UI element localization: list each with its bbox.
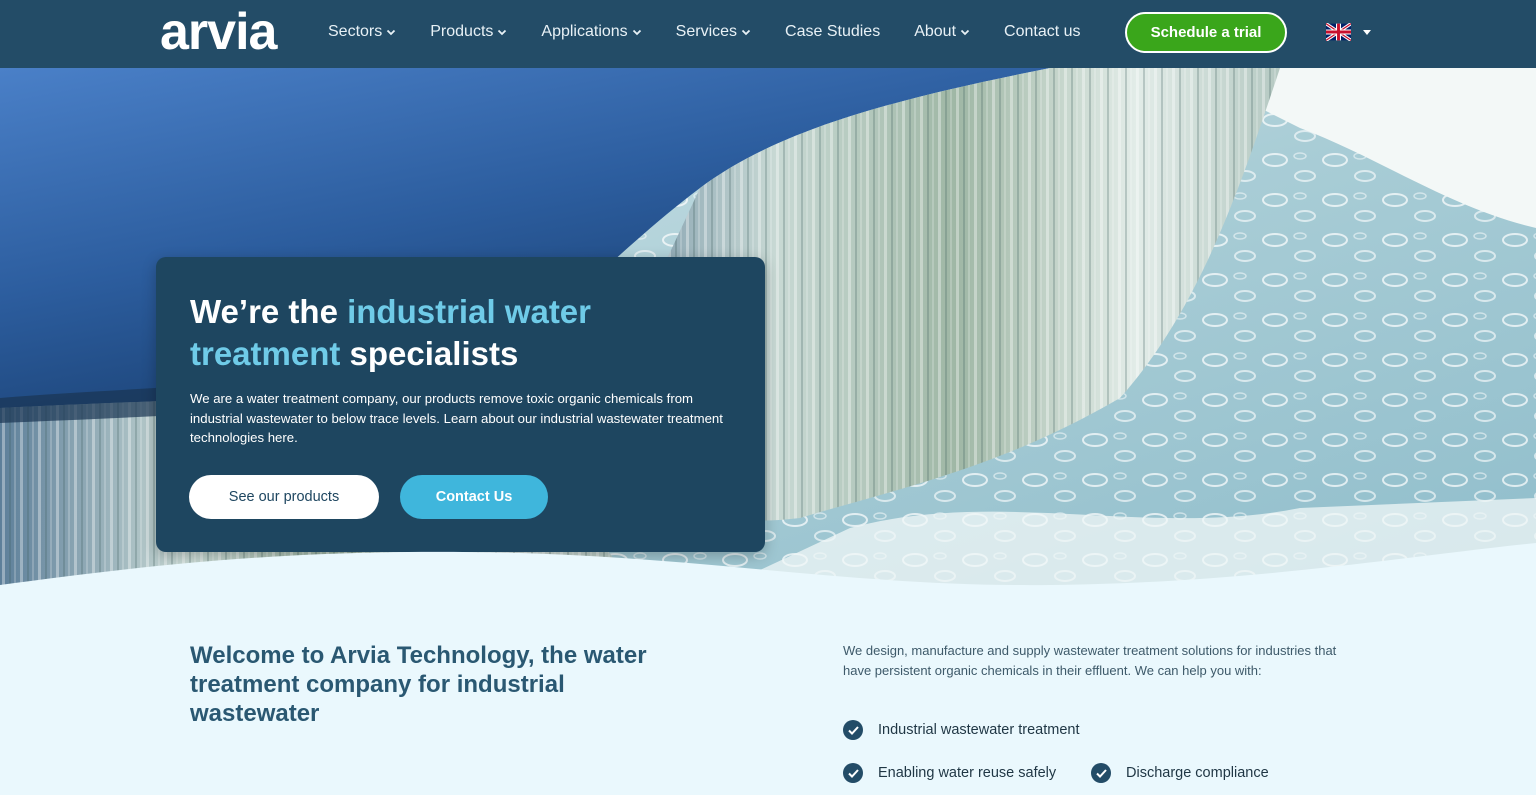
nav-item-label: Case Studies xyxy=(785,23,881,40)
wave-divider xyxy=(0,543,1536,605)
chevron-down-icon xyxy=(960,29,970,36)
contact-us-button[interactable]: Contact Us xyxy=(400,475,548,519)
nav-item-case-studies[interactable]: Case Studies xyxy=(785,22,880,42)
check-label: Industrial wastewater treatment xyxy=(878,722,1080,738)
main-menu: Sectors Products Applications Services C… xyxy=(328,22,1115,42)
nav-item-services[interactable]: Services xyxy=(676,22,751,42)
chevron-down-icon xyxy=(632,29,641,36)
nav-item-label: Sectors xyxy=(328,23,383,40)
nav-item-label: Applications xyxy=(541,23,628,40)
hero-title: We’re the industrial water treatment spe… xyxy=(190,291,750,375)
chevron-down-icon xyxy=(387,29,396,36)
schedule-trial-button[interactable]: Schedule a trial xyxy=(1125,12,1287,53)
welcome-heading: Welcome to Arvia Technology, the water t… xyxy=(190,642,647,727)
chevron-down-icon xyxy=(741,29,751,36)
hero-card: We’re the industrial water treatment spe… xyxy=(156,257,765,552)
see-products-button[interactable]: See our products xyxy=(189,475,379,519)
hero-section: We’re the industrial water treatment spe… xyxy=(0,68,1536,598)
check-circle-icon xyxy=(843,763,863,783)
hero-title-part2: specialists xyxy=(340,335,519,372)
hero-description: We are a water treatment company, our pr… xyxy=(190,391,723,445)
check-circle-icon xyxy=(843,720,863,740)
check-item-discharge: Discharge compliance xyxy=(1091,763,1269,783)
nav-item-contact-us[interactable]: Contact us xyxy=(1004,22,1080,42)
nav-item-about[interactable]: About xyxy=(914,22,970,42)
nav-item-sectors[interactable]: Sectors xyxy=(328,22,396,42)
check-label: Enabling water reuse safely xyxy=(878,765,1057,781)
nav-item-products[interactable]: Products xyxy=(430,22,507,42)
nav-item-label: About xyxy=(914,23,957,40)
language-selector[interactable] xyxy=(1326,23,1371,41)
check-label: Discharge compliance xyxy=(1126,765,1269,781)
nav-item-label: Contact us xyxy=(1004,23,1081,40)
caret-down-icon xyxy=(1363,29,1371,35)
check-item-water-reuse: Enabling water reuse safely xyxy=(843,763,1056,783)
check-circle-icon xyxy=(1091,763,1111,783)
nav-item-label: Products xyxy=(430,23,494,40)
check-item-wastewater: Industrial wastewater treatment xyxy=(843,720,1079,740)
uk-flag-icon xyxy=(1326,23,1351,41)
chevron-down-icon xyxy=(498,29,507,36)
intro-text: We design, manufacture and supply wastew… xyxy=(843,643,1337,678)
top-navigation: arvia Sectors Products Applications Serv… xyxy=(0,0,1536,68)
nav-item-applications[interactable]: Applications xyxy=(541,22,641,42)
arvia-logo[interactable]: arvia xyxy=(160,6,277,58)
hero-title-part1: We’re the xyxy=(190,293,348,330)
nav-item-label: Services xyxy=(675,23,738,40)
